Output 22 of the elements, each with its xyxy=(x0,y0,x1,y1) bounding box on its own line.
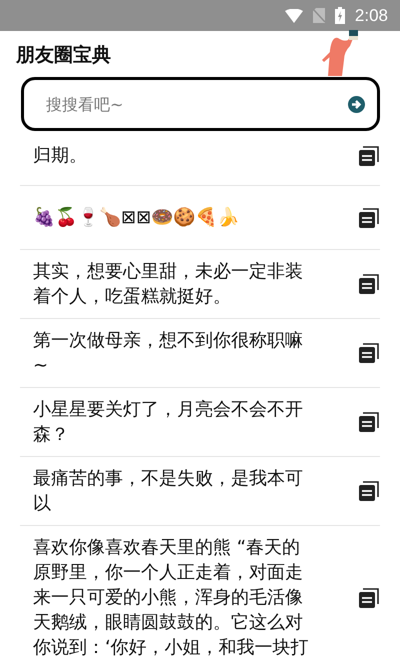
search-input[interactable]: 搜搜看吧~ xyxy=(44,94,348,114)
list-item-text[interactable]: 第一次做母亲，想不到你很称职嘛~ xyxy=(33,328,309,378)
clock-time: 2:08 xyxy=(354,6,388,26)
list-item-text[interactable]: 喜欢你像喜欢春天里的熊 “春天的原野里，你一个人正走着，对面走来一只可爱的小熊，浑身的毛活像天鹅绒，眼睛圆鼓鼓的。它这么对你说到：‘你好，小姐，和我一块打 xyxy=(33,535,309,660)
copy-icon[interactable] xyxy=(358,586,380,608)
copy-icon[interactable] xyxy=(358,411,380,433)
wifi-icon xyxy=(284,8,303,22)
copy-icon[interactable] xyxy=(358,480,380,502)
app-title: 朋友圈宝典 xyxy=(16,43,111,68)
copy-icon[interactable] xyxy=(358,206,380,228)
list-item-text[interactable]: 小星星要关灯了，月亮会不会不开森？ xyxy=(33,397,309,447)
battery-icon xyxy=(334,7,345,24)
list-item-text[interactable]: 最痛苦的事，不是失败，是我本可以 xyxy=(33,466,309,516)
list-item-text[interactable]: 🍇🍒🍷🍗⊠⊠🍩🍪🍕🍌 xyxy=(33,205,309,230)
no-sim-icon xyxy=(312,8,325,23)
list-item-text[interactable]: 其实，想要心里甜，未必一定非装着个人，吃蛋糕就挺好。 xyxy=(33,259,309,309)
copy-icon[interactable] xyxy=(358,342,380,364)
search-field[interactable]: 搜搜看吧~ xyxy=(21,77,380,131)
copy-icon[interactable] xyxy=(358,273,380,295)
go-icon[interactable] xyxy=(348,96,365,112)
list-item-text[interactable]: 归期。 xyxy=(33,143,309,168)
copy-icon[interactable] xyxy=(358,144,380,166)
